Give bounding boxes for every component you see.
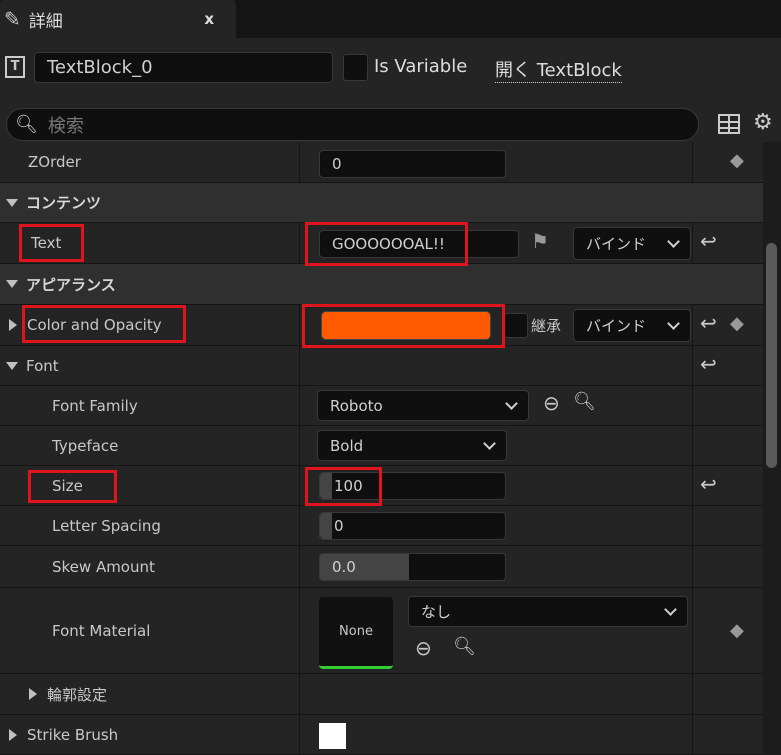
inherit-label: 継承: [531, 317, 562, 335]
collapse-arrow-icon: [6, 280, 18, 288]
row-font-material: Font Material None なし ⊖ 🔍︎ ◆: [0, 588, 763, 674]
letter-spacing-label: Letter Spacing: [0, 506, 300, 545]
is-variable-checkbox[interactable]: [343, 54, 368, 81]
chevron-down-icon: [667, 316, 680, 330]
row-skew-amount: Skew Amount 0.0: [0, 546, 763, 588]
zorder-label: ZOrder: [0, 142, 300, 182]
skew-amount-input[interactable]: 0.0: [319, 553, 506, 581]
category-appearance[interactable]: アピアランス: [0, 264, 763, 305]
widget-name-input[interactable]: TextBlock_0: [34, 52, 333, 83]
text-bind-dropdown[interactable]: バインド: [573, 227, 691, 260]
font-family-dropdown[interactable]: Roboto: [317, 390, 529, 421]
close-tab-button[interactable]: x: [204, 10, 214, 28]
browse-asset-icon[interactable]: 🔍︎: [453, 636, 476, 657]
chevron-down-icon: [667, 234, 680, 248]
chevron-down-icon: [664, 602, 677, 616]
highlight-size-value: [305, 467, 382, 506]
category-label: アピアランス: [26, 275, 116, 294]
strike-brush-swatch[interactable]: [319, 723, 346, 749]
highlight-size-label: [28, 470, 117, 503]
textblock-type-icon: T: [5, 56, 25, 78]
expand-arrow-icon[interactable]: [9, 728, 17, 741]
color-bind-dropdown[interactable]: バインド: [573, 309, 691, 342]
row-outline-settings: 輪郭設定: [0, 674, 763, 715]
strike-brush-label: Strike Brush: [27, 725, 119, 744]
outline-settings-label: 輪郭設定: [47, 685, 108, 704]
search-input[interactable]: 🔍︎ 検索: [6, 108, 699, 141]
chevron-down-icon: [483, 436, 496, 450]
reset-icon[interactable]: ↩: [700, 311, 717, 335]
expand-arrow-icon[interactable]: [9, 319, 17, 331]
font-label: Font: [26, 356, 59, 375]
highlight-text-label: [19, 224, 84, 262]
use-selected-asset-icon[interactable]: ⊖: [415, 636, 432, 660]
search-placeholder: 検索: [47, 115, 84, 137]
add-keyframe-icon[interactable]: ◆: [730, 313, 744, 334]
reset-icon[interactable]: ↩: [700, 229, 717, 253]
font-family-label: Font Family: [0, 386, 300, 425]
row-typeface: Typeface Bold: [0, 426, 763, 466]
font-material-dropdown[interactable]: なし: [408, 596, 688, 627]
inherit-checkbox[interactable]: [504, 313, 528, 338]
reset-icon[interactable]: ↩: [700, 472, 717, 496]
highlight-text-value: [305, 222, 468, 266]
tab-title: 詳細: [28, 11, 63, 32]
row-letter-spacing: Letter Spacing 0: [0, 506, 763, 546]
typeface-label: Typeface: [0, 426, 300, 465]
category-content[interactable]: コンテンツ: [0, 183, 763, 223]
details-pencil-icon: ✎: [4, 7, 21, 31]
skew-amount-label: Skew Amount: [0, 546, 300, 587]
localization-flag-icon[interactable]: ⚑: [531, 229, 549, 253]
details-tab[interactable]: ✎ 詳細 x: [0, 0, 236, 38]
settings-gear-icon[interactable]: ⚙: [753, 110, 773, 135]
chevron-down-icon: [505, 396, 518, 410]
typeface-dropdown[interactable]: Bold: [317, 430, 507, 461]
browse-asset-icon[interactable]: 🔍︎: [573, 391, 596, 412]
scrollbar-thumb[interactable]: [766, 243, 777, 468]
search-icon: 🔍︎: [15, 114, 38, 135]
open-textblock-link[interactable]: 開く TextBlock: [495, 56, 622, 83]
reset-icon[interactable]: ↩: [700, 352, 717, 376]
row-strike-brush: Strike Brush: [0, 715, 763, 755]
collapse-arrow-icon[interactable]: [6, 361, 18, 370]
zorder-input[interactable]: 0: [319, 150, 506, 178]
is-variable-label: Is Variable: [374, 56, 468, 77]
letter-spacing-input[interactable]: 0: [319, 512, 506, 540]
row-zorder: ZOrder 0 ◆: [0, 142, 763, 183]
add-keyframe-icon[interactable]: ◆: [730, 620, 744, 641]
highlight-color-value: [302, 304, 505, 348]
row-font-family: Font Family Roboto ⊖ 🔍︎: [0, 386, 763, 426]
font-material-label: Font Material: [0, 588, 300, 673]
row-font: Font ↩: [0, 346, 763, 386]
expand-arrow-icon[interactable]: [29, 688, 37, 700]
use-selected-asset-icon[interactable]: ⊖: [543, 391, 560, 415]
category-label: コンテンツ: [26, 194, 102, 212]
collapse-arrow-icon: [6, 198, 18, 207]
highlight-color-label: [22, 305, 186, 343]
add-keyframe-icon[interactable]: ◆: [730, 150, 744, 171]
material-thumbnail[interactable]: None: [319, 597, 393, 669]
table-view-icon[interactable]: [718, 114, 740, 134]
